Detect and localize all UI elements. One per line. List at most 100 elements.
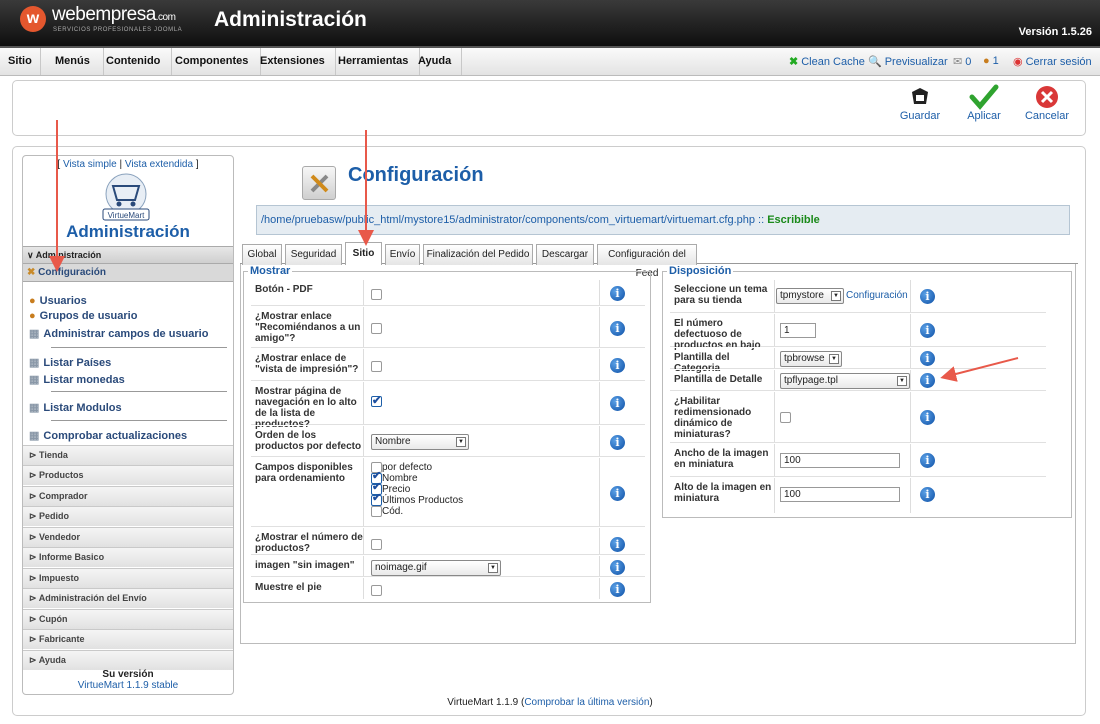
category-comprador[interactable]: ⊳ Comprador <box>23 486 233 506</box>
cancel-button[interactable]: Cancelar <box>1019 84 1075 122</box>
tab-descargar[interactable]: Descargar <box>536 244 594 265</box>
writable-status: Escribible <box>767 214 820 226</box>
info-icon[interactable]: i <box>610 321 625 336</box>
groups-icon: ● <box>29 310 36 322</box>
menu-contenido[interactable]: Contenido <box>95 48 173 75</box>
info-icon[interactable]: i <box>610 560 625 575</box>
perrow-input[interactable]: 1 <box>780 323 816 338</box>
field-sku-checkbox[interactable] <box>371 506 382 517</box>
messages-count[interactable]: ✉ 0 <box>953 55 971 69</box>
menu-herramientas[interactable]: Herramientas <box>327 48 421 75</box>
category-template-select[interactable]: tpbrowse ▼ <box>780 351 842 367</box>
row-pagenav: Mostrar página de navegación en lo alto … <box>251 381 645 430</box>
version-link[interactable]: VirtueMart 1.1.9 stable <box>78 680 178 691</box>
chevron-right-icon: ⊳ <box>29 470 40 480</box>
preview-link[interactable]: 🔍 Previsualizar <box>868 55 948 69</box>
sort-field-item[interactable]: Cód. <box>371 506 463 517</box>
detail-template-select[interactable]: tpflypage.tpl ▼ <box>780 373 910 389</box>
divider <box>51 391 227 392</box>
save-button[interactable]: Guardar <box>892 84 948 122</box>
category-pedido[interactable]: ⊳ Pedido <box>23 506 233 526</box>
theme-config-link[interactable]: Configuración <box>846 290 908 301</box>
count-checkbox[interactable] <box>371 539 382 550</box>
chevron-right-icon: ⊳ <box>29 573 40 583</box>
category-impuesto[interactable]: ⊳ Impuesto <box>23 568 233 588</box>
info-icon[interactable]: i <box>610 396 625 411</box>
category-envio[interactable]: ⊳ Administración del Envío <box>23 588 233 608</box>
footer-checkbox[interactable] <box>371 585 382 596</box>
chevron-right-icon: ⊳ <box>29 655 39 665</box>
recommend-checkbox[interactable] <box>371 323 382 334</box>
pdf-checkbox[interactable] <box>371 289 382 300</box>
tab-finalizacion[interactable]: Finalización del Pedido <box>423 244 533 265</box>
category-fabricante[interactable]: ⊳ Fabricante <box>23 629 233 649</box>
tab-global[interactable]: Global <box>242 244 282 265</box>
category-productos[interactable]: ⊳ Productos <box>23 465 233 485</box>
sidebar-item-paises[interactable]: ▦ Listar Países <box>29 356 111 370</box>
info-icon[interactable]: i <box>920 373 935 388</box>
row-thumb-h: Alto de la imagen en miniatura 100 i <box>670 477 1046 509</box>
noimage-select[interactable]: noimage.gif ▼ <box>371 560 501 576</box>
info-icon[interactable]: i <box>920 323 935 338</box>
category-ayuda[interactable]: ⊳ Ayuda <box>23 650 233 670</box>
info-icon[interactable]: i <box>920 410 935 425</box>
menu-sitio[interactable]: Sitio <box>0 48 41 75</box>
print-checkbox[interactable] <box>371 361 382 372</box>
tab-seguridad[interactable]: Seguridad <box>285 244 342 265</box>
users-icon: ● <box>29 295 36 307</box>
row-thumb-w: Ancho de la imagen en miniatura 100 i <box>670 443 1046 477</box>
sidebar-item-modulos[interactable]: ▦ Listar Modulos <box>29 401 122 415</box>
category-informe[interactable]: ⊳ Informe Basico <box>23 547 233 567</box>
extended-view-link[interactable]: Vista extendida <box>125 159 193 170</box>
users-icon: ● <box>983 55 990 67</box>
sidebar-item-grupos[interactable]: ● Grupos de usuario <box>29 310 137 322</box>
simple-view-link[interactable]: Vista simple <box>63 159 117 170</box>
tab-envio[interactable]: Envío <box>385 244 420 265</box>
sidebar-item-campos[interactable]: ▦ Administrar campos de usuario <box>29 327 208 341</box>
info-icon[interactable]: i <box>610 582 625 597</box>
divider <box>51 347 227 348</box>
tab-sitio[interactable]: Sitio <box>345 242 382 265</box>
info-icon[interactable]: i <box>920 453 935 468</box>
section-administracion[interactable]: ∨ Administración <box>23 246 233 264</box>
online-users-count[interactable]: ● 1 <box>983 55 999 67</box>
sidebar-item-monedas[interactable]: ▦ Listar monedas <box>29 373 125 387</box>
sort-field-item[interactable]: Nombre <box>371 471 463 484</box>
menu-extensiones[interactable]: Extensiones <box>250 48 336 75</box>
category-cupon[interactable]: ⊳ Cupón <box>23 609 233 629</box>
svg-text:VirtueMart: VirtueMart <box>108 211 146 220</box>
theme-select[interactable]: tpmystore ▼ <box>776 288 844 304</box>
info-icon[interactable]: i <box>920 351 935 366</box>
info-icon[interactable]: i <box>610 286 625 301</box>
category-tienda[interactable]: ⊳ Tienda <box>23 445 233 465</box>
menu-componentes[interactable]: Componentes <box>163 48 262 75</box>
info-icon[interactable]: i <box>610 486 625 501</box>
info-icon[interactable]: i <box>920 487 935 502</box>
info-icon[interactable]: i <box>610 537 625 552</box>
resize-checkbox[interactable] <box>780 412 791 423</box>
order-select[interactable]: Nombre ▼ <box>371 434 469 450</box>
tab-feed[interactable]: Configuración del Feed <box>597 244 697 279</box>
logout-link[interactable]: ◉ Cerrar sesión <box>1013 55 1092 69</box>
pagenav-checkbox[interactable] <box>371 394 382 407</box>
info-icon[interactable]: i <box>920 289 935 304</box>
chevron-right-icon: ⊳ <box>29 634 40 644</box>
sidebar-item-configuracion[interactable]: ✖ Configuración <box>23 264 233 282</box>
chevron-down-icon: ∨ <box>27 250 36 260</box>
menu-ayuda[interactable]: Ayuda <box>408 48 463 75</box>
sidebar-item-actualizaciones[interactable]: ▦ Comprobar actualizaciones <box>29 429 187 443</box>
divider <box>51 420 227 421</box>
category-vendedor[interactable]: ⊳ Vendedor <box>23 527 233 547</box>
clean-cache-link[interactable]: ✖ Clean Cache <box>789 55 865 69</box>
sort-field-item[interactable]: Precio <box>371 482 463 495</box>
thumb-width-input[interactable]: 100 <box>780 453 900 468</box>
sidebar-item-usuarios[interactable]: ● Usuarios <box>29 295 87 307</box>
apply-button[interactable]: Aplicar <box>956 84 1012 122</box>
sort-field-item[interactable]: por defecto <box>371 462 463 473</box>
info-icon[interactable]: i <box>610 435 625 450</box>
info-icon[interactable]: i <box>610 358 625 373</box>
field-latest-checkbox[interactable] <box>371 493 382 506</box>
thumb-height-input[interactable]: 100 <box>780 487 900 502</box>
check-version-link[interactable]: Comprobar la última versión <box>524 697 649 708</box>
sort-field-item[interactable]: Últimos Productos <box>371 493 463 506</box>
